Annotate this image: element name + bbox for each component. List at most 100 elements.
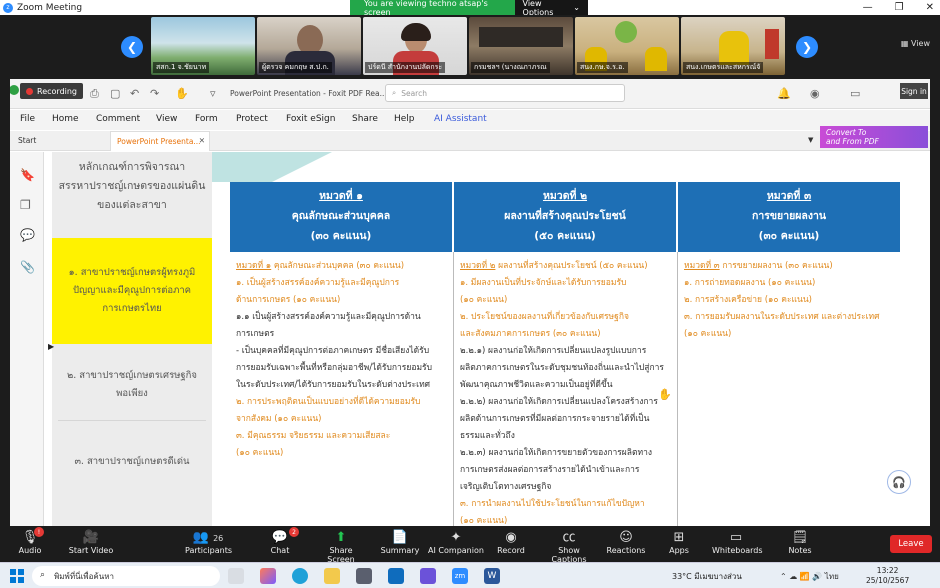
bell-icon[interactable]: 🔔 (777, 87, 791, 100)
audio-button[interactable]: 🎙! Audio (14, 527, 46, 555)
criteria-line: จากสังคม (๑๐ คะแนน) (236, 414, 322, 424)
criteria-line: - เป็นบุคคลที่มีคุณูปการต่อภาคเกษตร มีชื… (236, 346, 430, 356)
criteria-line: ๑. การถ่ายทอดผลงาน (๑๐ คะแนน) (684, 278, 816, 288)
gallery-next-icon[interactable]: ❯ (796, 36, 818, 58)
convert-pdf-ad[interactable]: Convert To and From PDF (820, 126, 928, 148)
zoom-logo-icon: z (3, 2, 13, 13)
save-icon[interactable]: ▢ (110, 87, 120, 100)
bookmark-icon[interactable]: 🔖 (20, 168, 35, 182)
close-icon[interactable]: ✕ (926, 2, 934, 13)
search-icon: ⌕ (392, 88, 397, 97)
criteria-line: (๑๐ คะแนน) (460, 516, 508, 526)
participant-tile[interactable]: สนง.เกษตรและสหกรณ์จั (681, 17, 785, 75)
criteria-line: การเกษตรส่งผลต่อการสร้างรายได้นำเข้าและก… (460, 465, 640, 475)
close-tab-icon[interactable]: ✕ (199, 136, 205, 145)
apps-icon: ⊞ (673, 530, 685, 545)
share-screen-icon: ⬆ (335, 530, 347, 545)
account-icon[interactable]: ◉ (810, 87, 820, 100)
edge-icon[interactable] (292, 568, 308, 584)
whiteboards-button[interactable]: ▭ Whiteboards (712, 529, 763, 555)
weather-widget[interactable]: 33°C มีเมฆบางส่วน (672, 570, 742, 583)
attachment-icon[interactable]: 📎 (20, 260, 35, 274)
menu-ai-assistant[interactable]: AI Assistant (434, 114, 487, 124)
recording-indicator[interactable]: Recording (20, 83, 84, 99)
reactions-icon: ☺ (619, 530, 633, 545)
reactions-button[interactable]: ☺ Reactions (606, 529, 646, 555)
system-tray[interactable]: ⌃ ☁ 📶 🔊 ไทย (780, 570, 839, 583)
menu-form[interactable]: Form (195, 114, 218, 124)
menu-file[interactable]: File (20, 114, 35, 124)
participants-button[interactable]: 👥 26 Participants (185, 529, 232, 555)
record-button[interactable]: ◉ Record (496, 529, 526, 555)
zoom-taskbar-icon[interactable]: zm (452, 568, 468, 584)
menu-comment[interactable]: Comment (96, 114, 140, 124)
security-shield-icon (10, 85, 19, 95)
summary-icon: 📄 (391, 530, 409, 545)
outlook-icon[interactable] (388, 568, 404, 584)
comments-icon[interactable]: 💬 (20, 228, 35, 242)
participant-tile[interactable]: สสก.1 จ.ชัยนาท (151, 17, 255, 75)
criteria-line: ๒.๒.๑) ผลงานก่อให้เกิดการเปลี่ยนแปลงรูปแ… (460, 346, 647, 356)
menu-bar: File Home Comment View Form Protect Foxi… (10, 110, 930, 130)
category-body-1: หมวดที่ ๑ คุณลักษณะส่วนบุคคล (๓๐ คะแนน) ๑… (236, 258, 448, 462)
search-input[interactable]: ⌕ Search (385, 84, 625, 102)
participant-name: ปร์ดนี สำนักงานปลัดกระ (365, 62, 446, 73)
minimize-icon[interactable]: — (863, 2, 873, 13)
share-screen-button[interactable]: ⬆ Share Screen (316, 529, 366, 564)
dropdown-chevron-icon[interactable]: ▿ (210, 87, 216, 100)
headset-support-icon[interactable]: 🎧 (887, 470, 911, 494)
file-explorer-icon[interactable] (324, 568, 340, 584)
view-options-button[interactable]: View Options ⌄ (514, 0, 588, 17)
task-view-icon[interactable] (228, 568, 244, 584)
criteria-line: (๑๐ คะแนน) (460, 295, 508, 305)
participant-tile[interactable]: สนง.กษ.จ.ร.อ. (575, 17, 679, 75)
menu-foxit-esign[interactable]: Foxit eSign (286, 114, 335, 124)
slide-page: หลักเกณฑ์การพิจารณา สรรหาปราชญ์เกษตรของแ… (52, 152, 930, 526)
participant-name: กรมชลฯ (นางณภาภรณ (471, 62, 550, 73)
tab-powerpoint-presentation[interactable]: PowerPoint Presenta... ✕ (110, 131, 210, 151)
chat-button[interactable]: 💬 2 Chat (265, 527, 299, 555)
word-icon[interactable]: W (484, 568, 500, 584)
app-icon[interactable] (420, 568, 436, 584)
clock[interactable]: 13:22 25/10/2567 (866, 566, 909, 586)
gallery-view-button[interactable]: ▦ View (901, 39, 930, 48)
windows-start-icon[interactable] (10, 569, 24, 583)
criteria-line: (๑๐ คะแนน) (236, 448, 284, 458)
ai-companion-button[interactable]: ✦ AI Companion (428, 529, 484, 555)
show-captions-button[interactable]: ㏄ Show Captions (541, 529, 597, 564)
leave-button[interactable]: Leave (890, 535, 932, 553)
side-divider (58, 420, 206, 421)
apps-button[interactable]: ⊞ Apps (664, 529, 694, 555)
criteria-line: ๓. มีคุณธรรม จริยธรรม และความเสียสละ (236, 431, 391, 441)
panel-collapse-icon[interactable]: ▶ (48, 342, 54, 351)
store-icon[interactable] (356, 568, 372, 584)
restore-icon[interactable]: ❐ (895, 2, 904, 13)
taskbar-search-input[interactable]: ⌕ พิมพ์ที่นี่เพื่อค้นหา (32, 566, 220, 586)
menu-share[interactable]: Share (352, 114, 378, 124)
gallery-prev-icon[interactable]: ❮ (121, 36, 143, 58)
hand-tool-icon[interactable]: ✋ (175, 87, 189, 100)
summary-button[interactable]: 📄 Summary (380, 529, 420, 555)
pages-icon[interactable]: ❐ (20, 198, 31, 212)
notes-button[interactable]: 🗒 Notes (786, 529, 814, 555)
menu-protect[interactable]: Protect (236, 114, 268, 124)
participant-tile[interactable]: กรมชลฯ (นางณภาภรณ (469, 17, 573, 75)
criteria-line: ในระดับประเทศ/ได้รับการยอมรับในระดับต่าง… (236, 380, 431, 390)
tab-start[interactable]: Start (18, 136, 36, 145)
undo-icon[interactable]: ↶ (130, 87, 139, 100)
sign-in-button[interactable]: Sign in (900, 83, 928, 99)
print-icon[interactable]: ⎙ (90, 87, 99, 101)
redo-icon[interactable]: ↷ (150, 87, 159, 100)
tabs-dropdown-icon[interactable]: ▼ (808, 136, 813, 144)
start-video-button[interactable]: 🎥 Start Video (68, 529, 114, 555)
criteria-line: พัฒนาคุณภาพชีวิตและความเป็นอยู่ที่ดีขึ้น (460, 380, 613, 390)
menu-view[interactable]: View (156, 114, 177, 124)
criteria-line: หมวดที่ ๒ ผลงานที่สร้างคุณประโยชน์ (๕๐ ค… (460, 261, 648, 271)
menu-help[interactable]: Help (394, 114, 415, 124)
participant-tile[interactable]: ผู้ตรวจ คมกฤษ ส.ป.ก. (257, 17, 361, 75)
restore-window-icon[interactable]: ▭ (850, 87, 860, 100)
participant-tile[interactable]: ปร์ดนี สำนักงานปลัดกระ (363, 17, 467, 75)
menu-home[interactable]: Home (52, 114, 79, 124)
window-title: Zoom Meeting (17, 2, 83, 13)
copilot-icon[interactable] (260, 568, 276, 584)
